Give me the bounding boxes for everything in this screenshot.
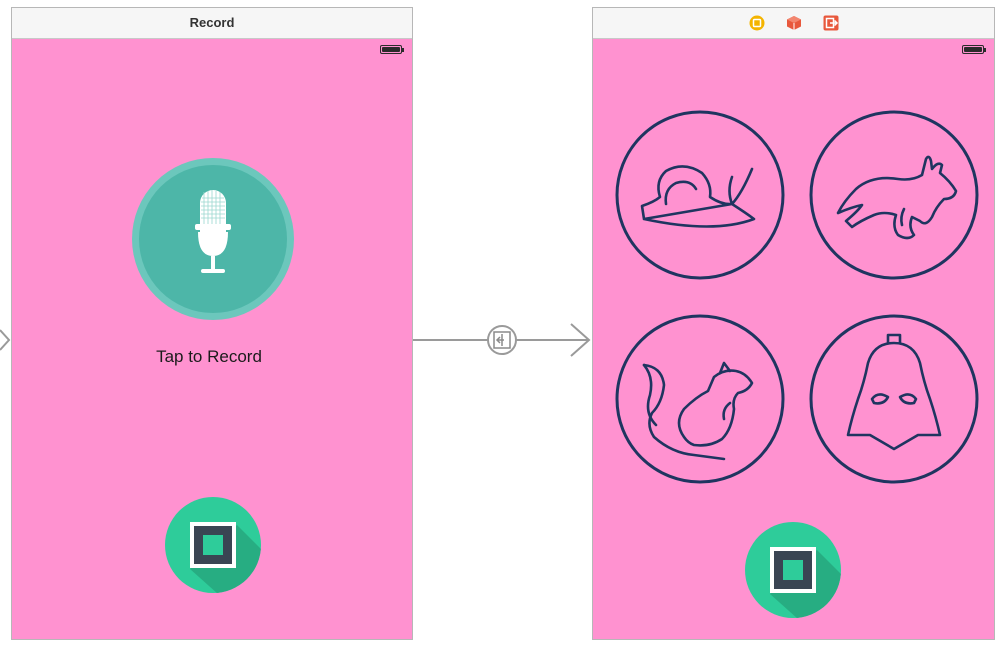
stop-button[interactable] (744, 521, 842, 619)
squirrel-icon (642, 361, 754, 461)
first-responder-icon[interactable] (786, 15, 802, 31)
stop-icon (203, 535, 223, 555)
battery-icon (380, 45, 404, 54)
snail-icon (640, 165, 756, 228)
record-scene[interactable]: Record Tap to Record (11, 7, 413, 640)
stop-icon (783, 560, 803, 580)
record-button[interactable] (130, 156, 296, 322)
snail-button[interactable] (614, 109, 786, 281)
segue-arrow[interactable] (413, 318, 593, 362)
darth-vader-button[interactable] (808, 313, 980, 485)
exit-icon[interactable] (823, 15, 839, 31)
battery-icon (962, 45, 986, 54)
rabbit-button[interactable] (808, 109, 980, 281)
rabbit-icon (836, 155, 958, 240)
view-controller-icon[interactable] (749, 15, 765, 31)
stop-button[interactable] (164, 496, 262, 594)
scene-title: Record (12, 8, 412, 39)
squirrel-button[interactable] (614, 313, 786, 485)
play-sounds-scene[interactable] (592, 7, 995, 640)
darth-vader-icon (846, 333, 942, 451)
tap-to-record-label: Tap to Record (156, 347, 262, 366)
